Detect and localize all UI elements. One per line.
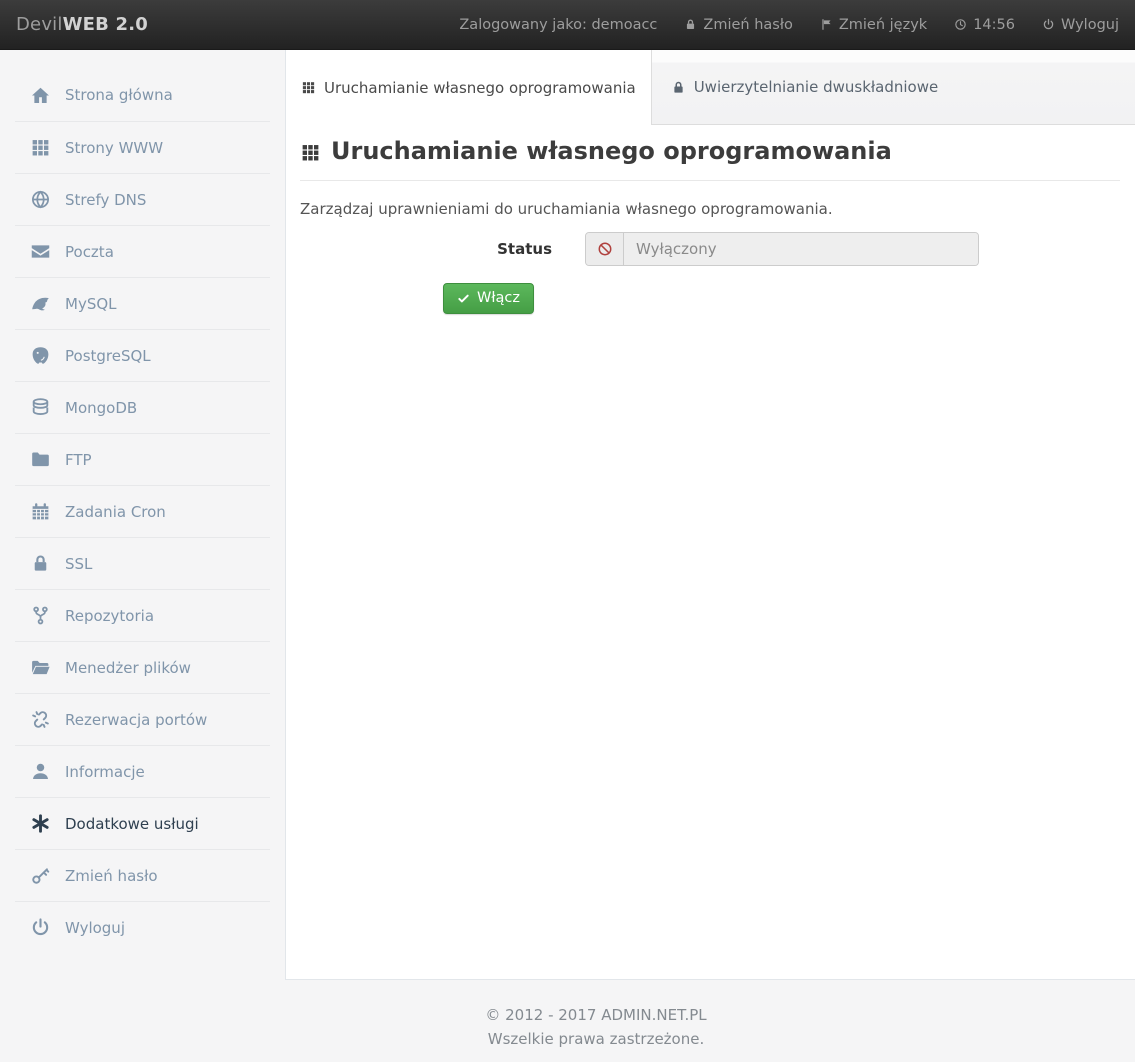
brand-suffix: WEB 2.0 xyxy=(63,14,148,35)
flag-icon xyxy=(820,18,833,31)
home-icon xyxy=(30,85,51,106)
sidebar-item-strefy-dns[interactable]: Strefy DNS xyxy=(15,173,270,225)
logged-in-as-text: Zalogowany jako: demoacc xyxy=(459,17,657,33)
tab-label: Uwierzytelnianie dwuskładniowe xyxy=(694,78,939,96)
brand-prefix: Devil xyxy=(16,14,63,35)
sidebar-item-postgresql[interactable]: PostgreSQL xyxy=(15,329,270,381)
page-body: Strona główna Strony WWW Strefy DNS Pocz… xyxy=(0,50,1135,980)
status-addon xyxy=(586,233,624,265)
folder-open-icon xyxy=(30,657,51,678)
user-icon xyxy=(30,761,51,782)
enable-button[interactable]: Włącz xyxy=(443,283,534,314)
logout-label: Wyloguj xyxy=(1061,17,1119,33)
sidebar-item-menedzer-plikow[interactable]: Menedżer plików xyxy=(15,641,270,693)
globe-icon xyxy=(30,189,51,210)
sidebar-item-poczta[interactable]: Poczta xyxy=(15,225,270,277)
change-language-link[interactable]: Zmień język xyxy=(820,17,927,33)
status-row: Status xyxy=(300,232,1120,266)
enable-button-label: Włącz xyxy=(477,290,520,306)
sidebar-item-informacje[interactable]: Informacje xyxy=(15,745,270,797)
sidebar-item-mongodb[interactable]: MongoDB xyxy=(15,381,270,433)
chain-broken-icon xyxy=(30,709,51,730)
asterisk-icon xyxy=(30,813,51,834)
status-input-group xyxy=(585,232,979,266)
logout-link[interactable]: Wyloguj xyxy=(1042,17,1119,33)
sidebar-item-ftp[interactable]: FTP xyxy=(15,433,270,485)
sidebar-item-repozytoria[interactable]: Repozytoria xyxy=(15,589,270,641)
footer: © 2012 - 2017 ADMIN.NET.PL Wszelkie praw… xyxy=(285,980,907,1051)
tab-uruchamianie-wlasnego-oprogramowania[interactable]: Uruchamianie własnego oprogramowania xyxy=(286,50,652,125)
code-fork-icon xyxy=(30,605,51,626)
clock-icon xyxy=(954,18,967,31)
folder-icon xyxy=(30,449,51,470)
footer-rights: Wszelkie prawa zastrzeżone. xyxy=(285,1027,907,1051)
sidebar-item-strony-www[interactable]: Strony WWW xyxy=(15,121,270,173)
sidebar-item-mysql[interactable]: MySQL xyxy=(15,277,270,329)
sidebar-item-ssl[interactable]: SSL xyxy=(15,537,270,589)
tab-bar: Uruchamianie własnego oprogramowania Uwi… xyxy=(286,50,1135,125)
grid-icon xyxy=(300,142,321,163)
sidebar-menu: Strona główna Strony WWW Strefy DNS Pocz… xyxy=(15,69,270,953)
postgresql-icon xyxy=(30,345,51,366)
navbar-menu: Zalogowany jako: demoacc Zmień hasło Zmi… xyxy=(459,17,1119,33)
power-icon xyxy=(30,917,51,938)
change-language-label: Zmień język xyxy=(839,17,927,33)
sidebar-item-wyloguj[interactable]: Wyloguj xyxy=(15,901,270,953)
page-title: Uruchamianie własnego oprogramowania xyxy=(300,137,1120,181)
lock-icon xyxy=(30,553,51,574)
check-icon xyxy=(457,292,470,305)
lock-icon xyxy=(671,80,686,95)
change-password-link[interactable]: Zmień hasło xyxy=(684,17,792,33)
grid-icon xyxy=(30,137,51,158)
sidebar-item-strona-glowna[interactable]: Strona główna xyxy=(15,69,270,121)
change-password-label: Zmień hasło xyxy=(703,17,792,33)
grid-icon xyxy=(301,80,316,95)
brand-logo[interactable]: DevilWEB 2.0 xyxy=(16,14,148,35)
clock-widget: 14:56 xyxy=(954,17,1015,33)
sidebar-item-rezerwacja-portow[interactable]: Rezerwacja portów xyxy=(15,693,270,745)
status-label: Status xyxy=(300,240,552,258)
footer-copyright: © 2012 - 2017 ADMIN.NET.PL xyxy=(285,1003,907,1027)
content: Uruchamianie własnego oprogramowania Zar… xyxy=(286,125,1135,314)
tab-uwierzytelnianie-dwuskladniowe[interactable]: Uwierzytelnianie dwuskładniowe xyxy=(652,50,958,124)
tab-label: Uruchamianie własnego oprogramowania xyxy=(324,79,636,97)
power-icon xyxy=(1042,18,1055,31)
database-icon xyxy=(30,397,51,418)
time-text: 14:56 xyxy=(973,17,1015,33)
key-icon xyxy=(30,865,51,886)
page-description: Zarządzaj uprawnieniami do uruchamiania … xyxy=(300,200,1120,218)
envelope-icon xyxy=(30,241,51,262)
sidebar: Strona główna Strony WWW Strefy DNS Pocz… xyxy=(0,50,285,980)
sidebar-item-zmien-haslo[interactable]: Zmień hasło xyxy=(15,849,270,901)
ban-icon xyxy=(597,241,613,257)
page-title-text: Uruchamianie własnego oprogramowania xyxy=(331,137,892,165)
top-navbar: DevilWEB 2.0 Zalogowany jako: demoacc Zm… xyxy=(0,0,1135,50)
lock-icon xyxy=(684,18,697,31)
sidebar-item-zadania-cron[interactable]: Zadania Cron xyxy=(15,485,270,537)
sidebar-item-dodatkowe-uslugi[interactable]: Dodatkowe usługi xyxy=(15,797,270,849)
status-input[interactable] xyxy=(624,233,978,265)
main-panel: Uruchamianie własnego oprogramowania Uwi… xyxy=(285,50,1135,980)
calendar-icon xyxy=(30,501,51,522)
mysql-icon xyxy=(30,293,51,314)
